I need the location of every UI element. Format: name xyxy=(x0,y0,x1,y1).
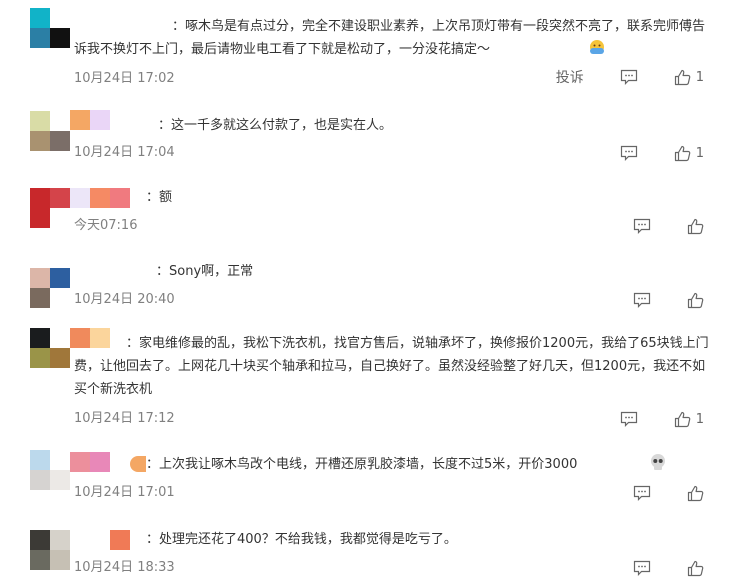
like-button[interactable]: 1 xyxy=(674,145,704,162)
avatar[interactable] xyxy=(30,111,70,151)
avatar[interactable] xyxy=(30,268,70,308)
like-count: 1 xyxy=(695,69,704,85)
reply-button[interactable] xyxy=(633,485,651,501)
comment-item: ：啄木鸟是有点过分，完全不建设职业素养，上次吊顶灯带有一段突然不亮了，联系完师傅… xyxy=(0,0,736,108)
hug-emoji xyxy=(490,38,605,56)
reply-button[interactable] xyxy=(633,560,651,576)
comment-icon xyxy=(620,69,637,85)
avatar[interactable] xyxy=(30,450,70,490)
comment-time: 10月24日 18:33 xyxy=(74,560,175,575)
report-button[interactable]: 投诉 xyxy=(556,67,584,87)
avatar[interactable] xyxy=(30,328,70,368)
skull-emoji xyxy=(577,453,666,471)
like-button[interactable] xyxy=(687,292,704,309)
reply-button[interactable] xyxy=(620,411,638,427)
comment-icon xyxy=(633,292,651,308)
comment-time: 10月24日 17:02 xyxy=(74,71,175,86)
like-count: 1 xyxy=(695,145,704,161)
comment-icon xyxy=(633,218,651,234)
comment-text: ：家电维修最的乱，我松下洗衣机，找官方售后，说轴承坏了，换修报价1200元，我给… xyxy=(74,336,709,397)
comment-text: ：额 xyxy=(146,190,173,205)
thumbs-up-icon xyxy=(674,69,691,85)
comment-item: ：这一千多就这么付款了，也是实在人。 10月24日 17:04 1 xyxy=(0,108,736,178)
comment-time: 10月24日 17:04 xyxy=(74,145,175,160)
comment-icon xyxy=(620,145,637,161)
comment-text: ：啄木鸟是有点过分，完全不建设职业素养，上次吊顶灯带有一段突然不亮了，联系完师傅… xyxy=(74,19,706,57)
reply-button[interactable] xyxy=(633,292,651,308)
comment-item: ：家电维修最的乱，我松下洗衣机，找官方售后，说轴承坏了，换修报价1200元，我给… xyxy=(0,322,736,438)
comment-time: 今天07:16 xyxy=(74,218,138,233)
reply-button[interactable] xyxy=(620,69,638,85)
avatar[interactable] xyxy=(30,188,70,228)
comment-icon xyxy=(633,560,651,576)
like-button[interactable]: 1 xyxy=(674,411,704,428)
like-count: 1 xyxy=(695,411,704,427)
like-button[interactable] xyxy=(687,560,704,577)
comment-item: ：Sony啊，正常 10月24日 20:40 xyxy=(0,258,736,322)
thumbs-up-icon xyxy=(687,485,704,501)
comment-icon xyxy=(633,485,651,501)
comment-text: ：这一千多就这么付款了，也是实在人。 xyxy=(158,118,393,133)
thumbs-up-icon xyxy=(674,145,691,161)
comment-time: 10月24日 20:40 xyxy=(74,292,175,307)
comment-text: ：Sony啊，正常 xyxy=(156,264,254,279)
thumbs-up-icon xyxy=(687,292,704,308)
reply-button[interactable] xyxy=(633,218,651,234)
thumbs-up-icon xyxy=(687,218,704,234)
comment-text: ：处理完还花了400？不给我钱，我都觉得是吃亏了。 xyxy=(146,532,457,547)
avatar[interactable] xyxy=(30,8,70,48)
comment-text: ：上次我让啄木鸟改个电线，开槽还原乳胶漆墙，长度不过5米，开价3000 xyxy=(74,453,714,476)
thumbs-up-icon xyxy=(687,560,704,576)
thumbs-up-icon xyxy=(674,411,691,427)
like-button[interactable] xyxy=(687,218,704,235)
comment-time: 10月24日 17:12 xyxy=(74,411,175,426)
comment-item: ：上次我让啄木鸟改个电线，开槽还原乳胶漆墙，长度不过5米，开价3000 10月2… xyxy=(0,438,736,516)
comment-item: ：处理完还花了400？不给我钱，我都觉得是吃亏了。 10月24日 18:33 xyxy=(0,516,736,584)
comment-time: 10月24日 17:01 xyxy=(74,485,175,500)
like-button[interactable] xyxy=(687,485,704,502)
comment-item: ：额 今天07:16 xyxy=(0,178,736,258)
reply-button[interactable] xyxy=(620,145,638,161)
comment-icon xyxy=(620,411,637,427)
like-button[interactable]: 1 xyxy=(674,69,704,86)
avatar[interactable] xyxy=(30,530,70,570)
